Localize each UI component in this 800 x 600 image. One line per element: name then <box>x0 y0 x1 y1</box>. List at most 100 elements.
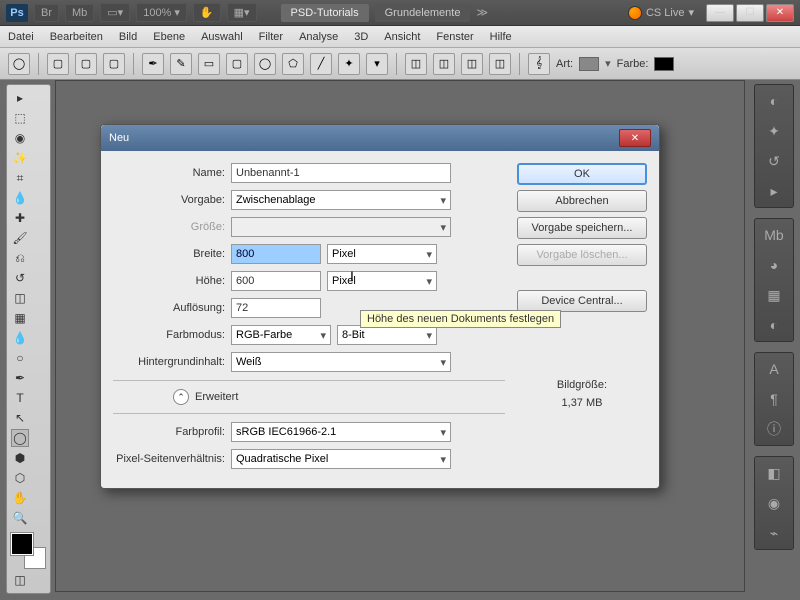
color-panel-icon[interactable]: ◕ <box>764 255 784 275</box>
blur-tool[interactable]: 💧 <box>11 329 29 347</box>
history-brush-tool[interactable]: ↺ <box>11 269 29 287</box>
line-icon[interactable]: ╱ <box>310 53 332 75</box>
profile-dropdown[interactable]: sRGB IEC61966-2.1 <box>231 422 451 442</box>
paths-panel-icon[interactable]: ⌁ <box>764 523 784 543</box>
preset-dropdown[interactable]: Zwischenablage <box>231 190 451 210</box>
width-unit-dropdown[interactable]: Pixel <box>327 244 437 264</box>
customshape-icon[interactable]: ✦ <box>338 53 360 75</box>
menu-analyse[interactable]: Analyse <box>299 31 338 43</box>
type-tool[interactable]: T <box>11 389 29 407</box>
add-icon[interactable]: ◫ <box>433 53 455 75</box>
minibridge-button[interactable]: Mb <box>65 4 94 22</box>
eyedropper-tool[interactable]: 💧 <box>11 189 29 207</box>
workspace-tab-tutorials[interactable]: PSD-Tutorials <box>281 4 369 22</box>
hand-tool[interactable]: ✋ <box>11 489 29 507</box>
heal-tool[interactable]: ✚ <box>11 209 29 227</box>
roundrect-icon[interactable]: ▢ <box>226 53 248 75</box>
current-tool-icon[interactable]: ◯ <box>8 53 30 75</box>
crop-tool[interactable]: ⌗ <box>11 169 29 187</box>
history-icon[interactable]: ↺ <box>764 151 784 171</box>
width-input[interactable] <box>231 244 321 264</box>
minimize-button[interactable]: — <box>706 4 734 22</box>
3d-tool[interactable]: ⬢ <box>11 449 29 467</box>
menu-auswahl[interactable]: Auswahl <box>201 31 243 43</box>
save-preset-button[interactable]: Vorgabe speichern... <box>517 217 647 239</box>
menu-ansicht[interactable]: Ansicht <box>384 31 420 43</box>
masks-panel-icon[interactable]: ◐ <box>764 315 784 335</box>
lasso-tool[interactable]: ◉ <box>11 129 29 147</box>
shape-tool[interactable]: ◯ <box>11 429 29 447</box>
menu-bearbeiten[interactable]: Bearbeiten <box>50 31 103 43</box>
gradient-tool[interactable]: ▦ <box>11 309 29 327</box>
height-input[interactable] <box>231 271 321 291</box>
menu-ebene[interactable]: Ebene <box>153 31 185 43</box>
minibridge-panel-icon[interactable]: Mb <box>764 225 784 245</box>
resolution-input[interactable] <box>231 298 321 318</box>
cslive-button[interactable]: CS Live ▾ <box>628 6 694 20</box>
style-swatch[interactable] <box>579 57 599 71</box>
maximize-button[interactable]: ☐ <box>736 4 764 22</box>
brush-tool[interactable]: 🖌 <box>11 229 29 247</box>
pen-tool[interactable]: ✒ <box>11 369 29 387</box>
zoom-tool[interactable]: 🔍 <box>11 509 29 527</box>
layers-panel-icon[interactable]: ◧ <box>764 463 784 483</box>
color-picker[interactable] <box>11 533 46 569</box>
ok-button[interactable]: OK <box>517 163 647 185</box>
link-icon[interactable]: 𝄞 <box>528 53 550 75</box>
dodge-tool[interactable]: ○ <box>11 349 29 367</box>
color-swatch[interactable] <box>654 57 674 71</box>
cancel-button[interactable]: Abbrechen <box>517 190 647 212</box>
dialog-close-button[interactable]: ✕ <box>619 129 651 147</box>
fg-color[interactable] <box>11 533 33 555</box>
device-central-button[interactable]: Device Central... <box>517 290 647 312</box>
character-panel-icon[interactable]: A <box>764 359 784 379</box>
info-panel-icon[interactable]: ⓘ <box>764 419 784 439</box>
bgcontent-dropdown[interactable]: Weiß <box>231 352 451 372</box>
ellipse-icon[interactable]: ◯ <box>254 53 276 75</box>
menu-bild[interactable]: Bild <box>119 31 137 43</box>
workspace-tab-grundelemente[interactable]: Grundelemente <box>375 4 471 22</box>
subtract-icon[interactable]: ◫ <box>461 53 483 75</box>
close-button[interactable]: ✕ <box>766 4 794 22</box>
3d-camera-tool[interactable]: ⬡ <box>11 469 29 487</box>
bridge-button[interactable]: Br <box>34 4 59 22</box>
screen-mode-button[interactable]: ▭▾ <box>100 3 130 22</box>
eraser-tool[interactable]: ◫ <box>11 289 29 307</box>
channels-panel-icon[interactable]: ◉ <box>764 493 784 513</box>
stamp-tool[interactable]: ⎌ <box>11 249 29 267</box>
path-select-tool[interactable]: ↖ <box>11 409 29 427</box>
swatches-panel-icon[interactable]: ▦ <box>764 285 784 305</box>
marquee-tool[interactable]: ⬚ <box>11 109 29 127</box>
rect-icon[interactable]: ▭ <box>198 53 220 75</box>
advanced-toggle[interactable]: ⌃ Erweitert <box>173 389 505 405</box>
adjustments-icon[interactable]: ◐ <box>764 91 784 111</box>
menu-filter[interactable]: Filter <box>259 31 283 43</box>
freeform-pen-icon[interactable]: ✎ <box>170 53 192 75</box>
paragraph-panel-icon[interactable]: ¶ <box>764 389 784 409</box>
name-input[interactable] <box>231 163 451 183</box>
fill-pixels-icon[interactable]: ▢ <box>103 53 125 75</box>
arrange-button[interactable]: ▦▾ <box>227 3 257 22</box>
menu-fenster[interactable]: Fenster <box>436 31 473 43</box>
styles-icon[interactable]: ✦ <box>764 121 784 141</box>
dialog-titlebar[interactable]: Neu ✕ <box>101 125 659 151</box>
pen-icon[interactable]: ✒ <box>142 53 164 75</box>
overlap-icon[interactable]: ◫ <box>405 53 427 75</box>
hand-tool-button[interactable]: ✋ <box>193 3 221 22</box>
colormode-dropdown[interactable]: RGB-Farbe <box>231 325 331 345</box>
path-icon[interactable]: ▢ <box>75 53 97 75</box>
polygon-icon[interactable]: ⬠ <box>282 53 304 75</box>
bitdepth-dropdown[interactable]: 8-Bit <box>337 325 437 345</box>
quickmask-tool[interactable]: ◫ <box>11 571 29 589</box>
shape-layer-icon[interactable]: ▢ <box>47 53 69 75</box>
aspect-dropdown[interactable]: Quadratische Pixel <box>231 449 451 469</box>
menu-hilfe[interactable]: Hilfe <box>490 31 512 43</box>
intersect-icon[interactable]: ◫ <box>489 53 511 75</box>
zoom-dropdown[interactable]: 100% ▾ <box>136 3 187 22</box>
menu-datei[interactable]: Datei <box>8 31 34 43</box>
menu-3d[interactable]: 3D <box>354 31 368 43</box>
height-unit-dropdown[interactable]: Pixel <box>327 271 437 291</box>
move-tool[interactable]: ▸ <box>11 89 29 107</box>
wand-tool[interactable]: ✨ <box>11 149 29 167</box>
shape-options-icon[interactable]: ▾ <box>366 53 388 75</box>
